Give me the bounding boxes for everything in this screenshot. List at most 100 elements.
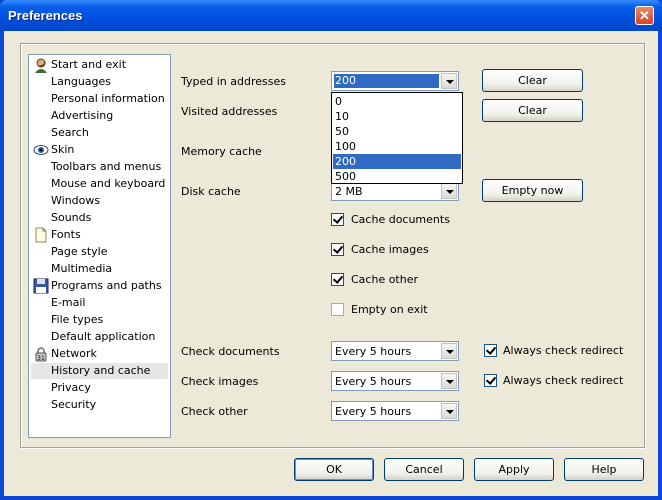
- eye-icon: [33, 142, 49, 158]
- sidebar-item-label: Toolbars and menus: [51, 160, 162, 173]
- dropdown-option[interactable]: 50: [333, 124, 461, 139]
- sidebar-item-label: Advertising: [51, 109, 114, 122]
- apply-button[interactable]: Apply: [474, 458, 554, 481]
- sidebar-item-windows[interactable]: Windows: [31, 193, 168, 209]
- title-bar[interactable]: Preferences ✕: [0, 0, 662, 31]
- check-other-value: Every 5 hours: [335, 405, 412, 418]
- chevron-down-icon[interactable]: [441, 183, 457, 199]
- sidebar-item-network[interactable]: 31 Network: [31, 346, 168, 362]
- sidebar-item-label: Fonts: [51, 228, 81, 241]
- sidebar-item-label: Start and exit: [51, 58, 127, 71]
- check-other-label: Check other: [181, 405, 248, 418]
- sidebar-item-label: Windows: [51, 194, 101, 207]
- check-documents-select[interactable]: Every 5 hours: [331, 341, 459, 361]
- always-check-redirect-documents-checkbox[interactable]: [484, 344, 497, 357]
- help-button[interactable]: Help: [564, 458, 644, 481]
- disk-cache-value: 2 MB: [335, 185, 363, 198]
- typed-addresses-dropdown[interactable]: 0 10 50 100 200 500: [331, 92, 463, 184]
- chevron-down-icon[interactable]: [441, 403, 457, 419]
- sidebar-item-toolbars-and-menus[interactable]: Toolbars and menus: [31, 159, 168, 175]
- disk-cache-label: Disk cache: [181, 185, 241, 198]
- sidebar-item-security[interactable]: Security: [31, 397, 168, 413]
- sidebar-item-label: History and cache: [51, 364, 151, 377]
- sidebar-item-personal-information[interactable]: Personal information: [31, 91, 168, 107]
- cancel-button[interactable]: Cancel: [384, 458, 464, 481]
- chevron-down-icon[interactable]: [441, 343, 457, 359]
- check-images-label: Check images: [181, 375, 259, 388]
- typed-addresses-select[interactable]: 200: [331, 71, 459, 91]
- sidebar-item-history-and-cache[interactable]: History and cache: [31, 363, 168, 379]
- dropdown-option[interactable]: 500: [333, 169, 461, 184]
- dialog-client: Start and exit Languages Personal inform…: [4, 31, 658, 496]
- cache-images-checkbox[interactable]: [331, 243, 344, 256]
- close-button[interactable]: ✕: [635, 6, 654, 25]
- clear-typed-button[interactable]: Clear: [482, 69, 583, 92]
- always-check-redirect-documents-label: Always check redirect: [503, 344, 624, 357]
- sidebar-item-page-style[interactable]: Page style: [31, 244, 168, 260]
- always-check-redirect-images-checkbox[interactable]: [484, 374, 497, 387]
- lock-icon: 31: [33, 346, 49, 362]
- sidebar-item-search[interactable]: Search: [31, 125, 168, 141]
- sidebar-item-file-types[interactable]: File types: [31, 312, 168, 328]
- sidebar-item-skin[interactable]: Skin: [31, 142, 168, 158]
- document-icon: [33, 227, 49, 243]
- sidebar-item-label: Privacy: [51, 381, 91, 394]
- sidebar-item-label: Default application: [51, 330, 156, 343]
- sidebar-item-label: Security: [51, 398, 97, 411]
- memory-cache-label: Memory cache: [181, 145, 262, 158]
- cache-documents-checkbox[interactable]: [331, 213, 344, 226]
- dropdown-option[interactable]: 100: [333, 139, 461, 154]
- disk-cache-select[interactable]: 2 MB: [331, 181, 459, 201]
- ok-button[interactable]: OK: [294, 458, 374, 481]
- sidebar-item-multimedia[interactable]: Multimedia: [31, 261, 168, 277]
- sidebar-item-default-application[interactable]: Default application: [31, 329, 168, 345]
- sidebar-item-label: Search: [51, 126, 89, 139]
- svg-text:31: 31: [37, 355, 45, 362]
- sidebar-item-advertising[interactable]: Advertising: [31, 108, 168, 124]
- close-icon: ✕: [639, 8, 650, 23]
- check-documents-label: Check documents: [181, 345, 280, 358]
- dropdown-option[interactable]: 10: [333, 109, 461, 124]
- category-tree[interactable]: Start and exit Languages Personal inform…: [28, 54, 171, 438]
- sidebar-item-label: Page style: [51, 245, 108, 258]
- check-images-select[interactable]: Every 5 hours: [331, 371, 459, 391]
- cache-other-label: Cache other: [351, 273, 419, 286]
- cache-images-label: Cache images: [351, 243, 429, 256]
- sidebar-item-mouse-and-keyboard[interactable]: Mouse and keyboard: [31, 176, 168, 192]
- empty-now-button[interactable]: Empty now: [482, 179, 583, 202]
- sidebar-item-fonts[interactable]: Fonts: [31, 227, 168, 243]
- sidebar-item-label: Skin: [51, 143, 75, 156]
- visited-addresses-label: Visited addresses: [181, 105, 278, 118]
- empty-on-exit-checkbox[interactable]: [331, 303, 344, 316]
- sidebar-item-languages[interactable]: Languages: [31, 74, 168, 90]
- dropdown-option-selected[interactable]: 200: [333, 154, 461, 169]
- sidebar-item-label: E-mail: [51, 296, 86, 309]
- sidebar-item-label: Languages: [51, 75, 112, 88]
- user-icon: [33, 57, 49, 73]
- chevron-down-icon[interactable]: [441, 373, 457, 389]
- sidebar-item-label: Multimedia: [51, 262, 113, 275]
- sidebar-item-label: Sounds: [51, 211, 92, 224]
- cache-other-checkbox[interactable]: [331, 273, 344, 286]
- typed-addresses-label: Typed in addresses: [181, 75, 286, 88]
- sidebar-item-label: File types: [51, 313, 104, 326]
- sidebar-item-start-and-exit[interactable]: Start and exit: [31, 57, 168, 73]
- sidebar-item-sounds[interactable]: Sounds: [31, 210, 168, 226]
- typed-addresses-value: 200: [334, 74, 439, 88]
- check-documents-value: Every 5 hours: [335, 345, 412, 358]
- empty-on-exit-label: Empty on exit: [351, 303, 428, 316]
- check-images-value: Every 5 hours: [335, 375, 412, 388]
- sidebar-item-e-mail[interactable]: E-mail: [31, 295, 168, 311]
- floppy-icon: [33, 278, 49, 294]
- sidebar-item-label: Network: [51, 347, 97, 360]
- check-other-select[interactable]: Every 5 hours: [331, 401, 459, 421]
- sidebar-item-label: Mouse and keyboard: [51, 177, 166, 190]
- sidebar-item-programs-and-paths[interactable]: Programs and paths: [31, 278, 168, 294]
- chevron-down-icon[interactable]: [441, 73, 457, 89]
- sidebar-item-privacy[interactable]: Privacy: [31, 380, 168, 396]
- clear-visited-button[interactable]: Clear: [482, 99, 583, 122]
- dropdown-option[interactable]: 0: [333, 94, 461, 109]
- cache-documents-label: Cache documents: [351, 213, 450, 226]
- window-title: Preferences: [8, 8, 83, 23]
- sidebar-item-label: Personal information: [51, 92, 165, 105]
